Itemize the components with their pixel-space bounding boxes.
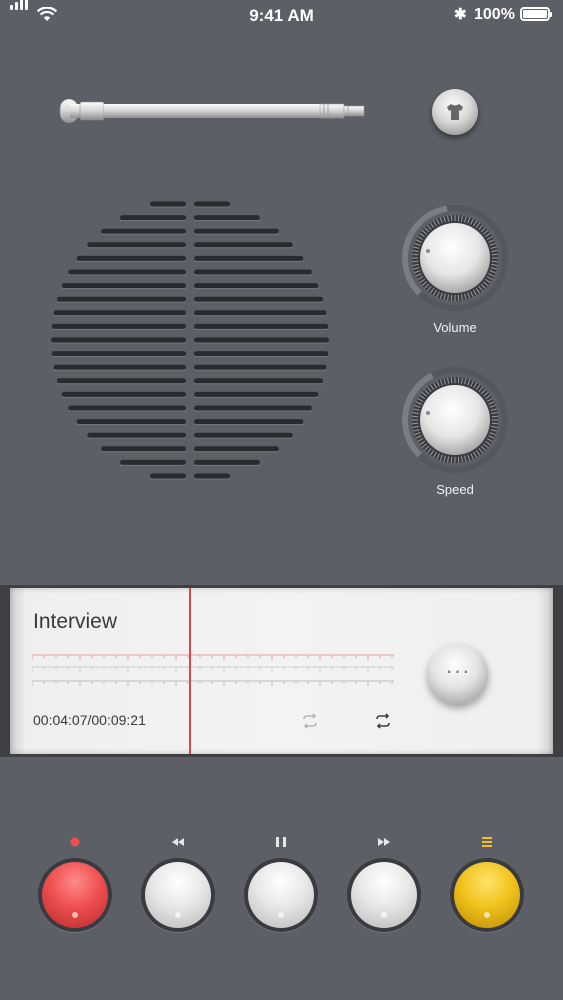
fast-forward-button[interactable]: [347, 858, 421, 932]
menu-icon: [482, 837, 492, 847]
antenna: [59, 98, 365, 124]
record-icon: [70, 837, 80, 847]
more-icon: ···: [445, 658, 471, 683]
player-panel: Interview 00:04:07/00:09:21 ···: [0, 585, 563, 757]
pause-icon: [276, 837, 286, 847]
volume-label: Volume: [433, 320, 477, 335]
pause-button[interactable]: [244, 858, 318, 932]
repeat-icon[interactable]: [373, 713, 393, 729]
waveform-scale[interactable]: [32, 651, 398, 691]
battery-icon: [520, 7, 552, 21]
speaker-grille: [51, 201, 329, 480]
tshirt-icon: [447, 104, 463, 120]
repeat-one-icon[interactable]: [300, 713, 320, 729]
bluetooth-icon: ✱: [454, 6, 467, 23]
speed-knob[interactable]: [400, 365, 510, 475]
rewind-icon: [172, 838, 184, 846]
more-button[interactable]: ···: [428, 644, 488, 704]
track-title: Interview: [33, 610, 118, 633]
status-bar: 9:41 AM ✱ 100%: [0, 0, 563, 30]
track-time: 00:04:07/00:09:21: [33, 712, 146, 728]
menu-button[interactable]: [450, 858, 524, 932]
record-button[interactable]: [38, 858, 112, 932]
rewind-button[interactable]: [141, 858, 215, 932]
track-display: Interview 00:04:07/00:09:21 ···: [10, 588, 553, 754]
fast-forward-icon: [378, 838, 390, 846]
playhead[interactable]: [189, 588, 191, 754]
theme-button[interactable]: [432, 89, 478, 135]
volume-knob[interactable]: [400, 203, 510, 313]
battery-percentage: 100%: [474, 6, 515, 23]
speed-label: Speed: [436, 482, 474, 497]
